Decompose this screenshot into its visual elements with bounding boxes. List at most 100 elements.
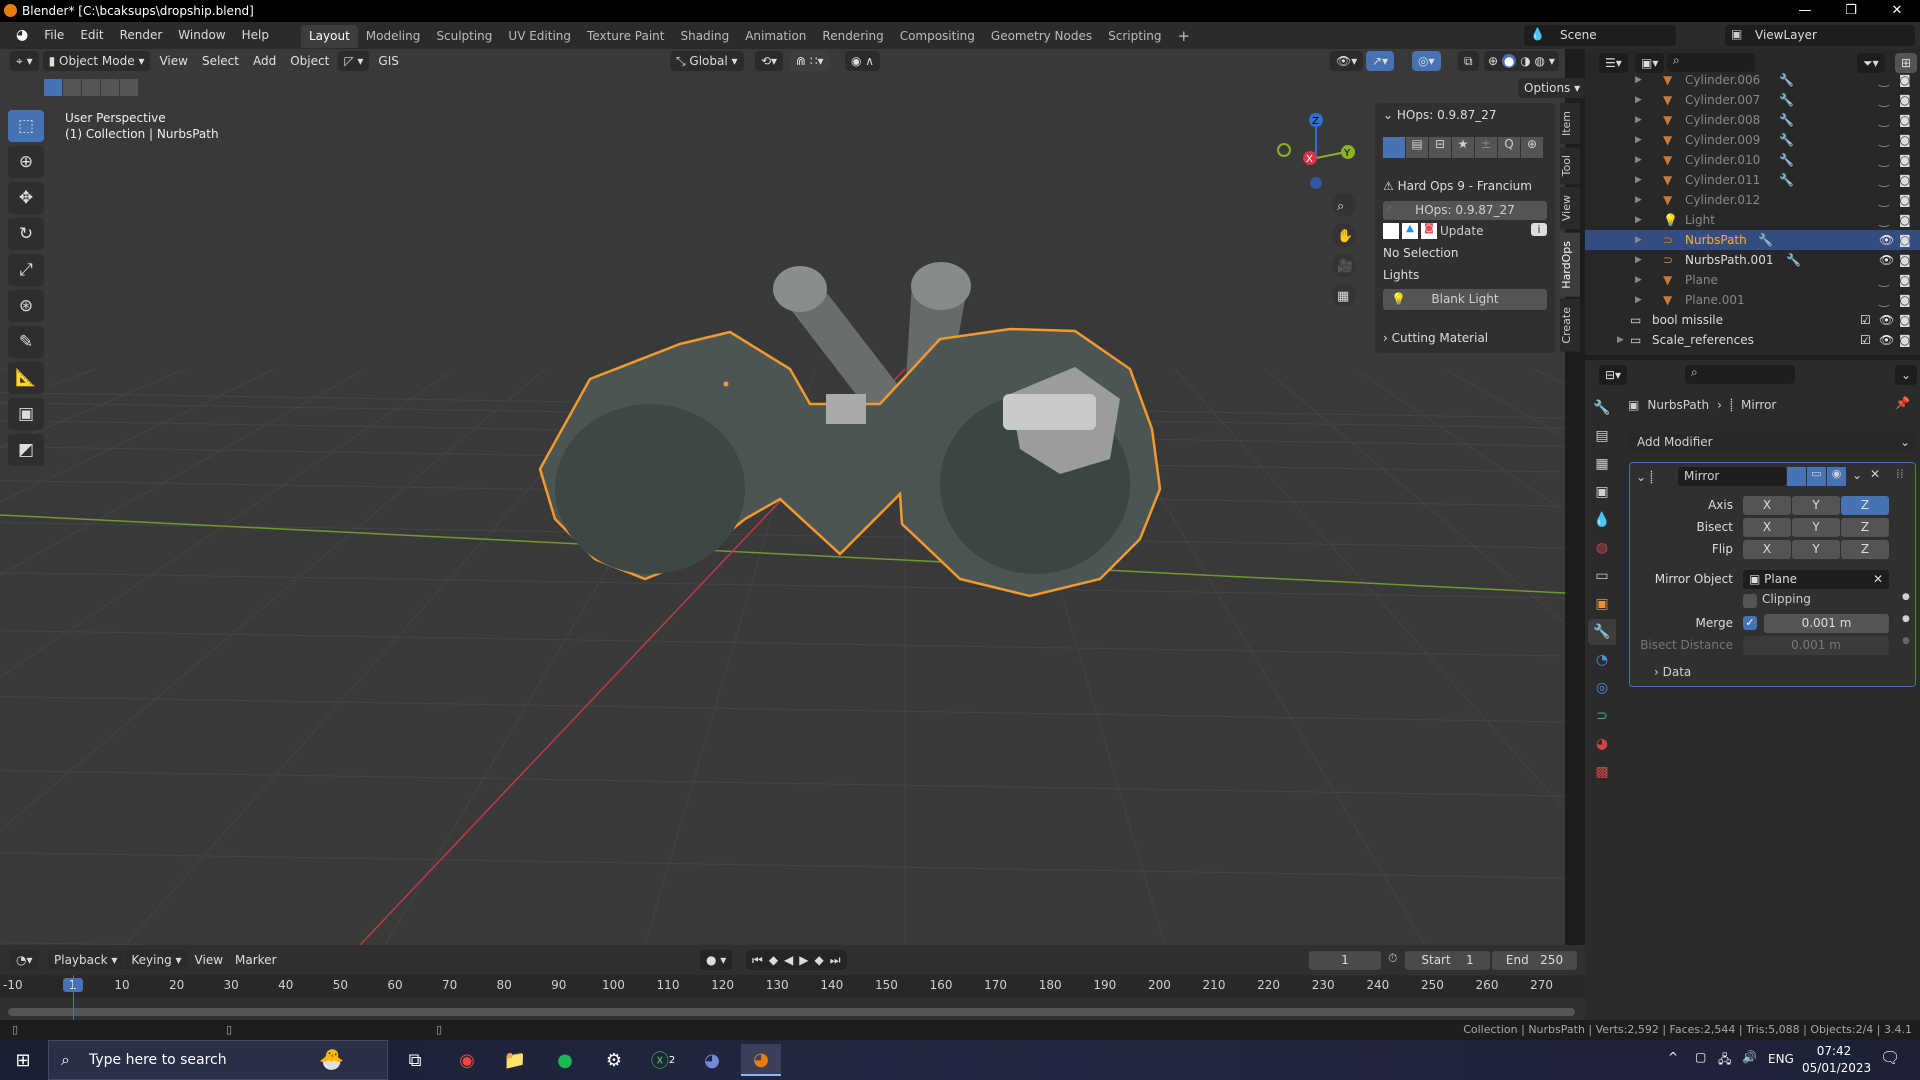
pivot-icon[interactable]: ⟲▾ — [755, 51, 784, 71]
eye-icon[interactable]: 👁 — [1879, 230, 1894, 250]
options-dropdown[interactable]: Options ▾ — [1518, 78, 1587, 98]
jump-keyframe-back-icon[interactable]: ◆ — [769, 950, 778, 970]
camera-render-icon[interactable]: ◙ — [1899, 330, 1911, 350]
bisect-distance-field[interactable]: 0.001 m — [1743, 636, 1889, 655]
viewport-menu-view[interactable]: View — [154, 54, 192, 68]
jump-start-icon[interactable]: ⏮ — [752, 950, 763, 970]
outliner-item[interactable]: ▶ ▼ Cylinder.011 🔧 ‿ ◙ — [1585, 170, 1920, 190]
modifier-wrench-icon[interactable]: 🔧 — [1779, 110, 1794, 130]
timeline-editor-type-icon[interactable]: ◔▾ — [10, 950, 39, 970]
viewport-menu-object[interactable]: Object — [285, 54, 334, 68]
xbox-icon[interactable]: ⓧ 2 — [643, 1044, 683, 1076]
xray-icon[interactable]: ⧉ — [1458, 51, 1479, 71]
collapse-chevron-icon[interactable]: ⌄ ⸽ — [1636, 468, 1653, 485]
tab-sculpting[interactable]: Sculpting — [428, 25, 500, 48]
eye-closed-icon[interactable]: ‿ — [1879, 270, 1889, 290]
hops-addon-icon[interactable] — [1383, 223, 1399, 239]
keyframe-dot-icon[interactable]: ● — [1902, 614, 1910, 624]
outliner-item[interactable]: ▶ ▼ Cylinder.012 ‿ ◙ — [1585, 190, 1920, 210]
play-icon[interactable]: ▶ — [799, 950, 808, 970]
axis-z-toggle[interactable]: Z — [1841, 496, 1889, 515]
cutting-material-subpanel[interactable]: › Cutting Material — [1383, 331, 1488, 345]
language-indicator[interactable]: ENG — [1768, 1052, 1794, 1066]
end-frame-field[interactable]: End 250 — [1492, 951, 1577, 970]
outliner-item[interactable]: ▶ ▼ Cylinder.009 🔧 ‿ ◙ — [1585, 130, 1920, 150]
extrude-tool-icon[interactable]: ◩ — [8, 434, 44, 466]
close-button[interactable]: ✕ — [1874, 0, 1920, 22]
scene-properties-icon[interactable]: 💧 — [1588, 507, 1616, 533]
select-box-tool-icon[interactable]: ⬚ — [8, 110, 44, 142]
outliner-item[interactable]: ▶ ⊃ NurbsPath.001 🔧 👁 ◙ — [1585, 250, 1920, 270]
transform-orientation-dropdown[interactable]: ⤡ Global ▾ — [670, 51, 744, 71]
properties-search-input[interactable]: ⌕ — [1685, 365, 1795, 384]
tab-compositing[interactable]: Compositing — [892, 25, 983, 48]
tab-rendering[interactable]: Rendering — [814, 25, 891, 48]
keying-menu[interactable]: Keying ▾ — [125, 950, 188, 970]
expand-arrow-icon[interactable]: ▶ — [1635, 90, 1642, 110]
flip-y-toggle[interactable]: Y — [1792, 540, 1840, 559]
tab-uv-editing[interactable]: UV Editing — [500, 25, 579, 48]
hops-star-icon[interactable]: ★ — [1452, 137, 1474, 158]
camera-render-icon[interactable]: ◙ — [1899, 210, 1911, 230]
scene-selector[interactable]: 💧 Scene — [1524, 25, 1676, 46]
navigation-gizmo[interactable]: Z Y X ⌕ ✋ 🎥 ▦ — [1270, 108, 1370, 308]
rotate-tool-icon[interactable]: ↻ — [8, 218, 44, 250]
tab-layout[interactable]: Layout — [300, 25, 358, 48]
collection-properties-icon[interactable]: ▭ — [1588, 563, 1616, 589]
solid-shading-icon[interactable]: ● — [1501, 54, 1517, 68]
modifier-wrench-icon[interactable]: 🔧 — [1779, 70, 1794, 90]
auto-keying-toggle-icon[interactable]: ● ▾ — [700, 950, 733, 970]
modifier-wrench-icon[interactable]: 🔧 — [1779, 90, 1794, 110]
outliner-item[interactable]: ▶ ⊃ NurbsPath 🔧 👁 ◙ — [1585, 230, 1920, 250]
scale-tool-icon[interactable]: ⤢ — [8, 254, 44, 286]
hops-cutter-icon[interactable] — [1383, 137, 1405, 158]
settings-icon[interactable]: ⚙ — [594, 1044, 634, 1076]
eye-icon[interactable]: 👁 — [1879, 250, 1894, 270]
timeline-scrollbar[interactable] — [8, 1008, 1575, 1016]
modifier-wrench-icon[interactable]: 🔧 — [1779, 170, 1794, 190]
timeline-view-menu[interactable]: View — [190, 950, 228, 970]
marker-menu[interactable]: Marker — [230, 950, 281, 970]
merge-distance-field[interactable]: 0.001 m — [1764, 614, 1889, 633]
bisect-x-toggle[interactable]: X — [1743, 518, 1791, 537]
gis-icon-dropdown[interactable]: ◸ ▾ — [338, 51, 370, 71]
clock[interactable]: 07:42 05/01/2023 — [1802, 1043, 1871, 1077]
tab-hardops[interactable]: HardOps — [1560, 232, 1580, 297]
modifier-wrench-icon[interactable]: 🔧 — [1779, 130, 1794, 150]
properties-editor-type-icon[interactable]: ⊟▾ — [1599, 365, 1628, 385]
exclude-checkbox[interactable]: ☑ — [1860, 330, 1871, 350]
edit-mode-toggle-icon[interactable] — [1787, 467, 1806, 486]
overlay-toggle-icon[interactable]: ◎▾ — [1412, 51, 1441, 71]
tab-tool[interactable]: Tool — [1560, 147, 1580, 185]
cursor-tool-icon[interactable]: ⊕ — [8, 146, 44, 178]
camera-render-icon[interactable]: ◙ — [1899, 110, 1911, 130]
viewport-menu-add[interactable]: Add — [248, 54, 281, 68]
volume-icon[interactable]: 🔊 — [1742, 1050, 1757, 1064]
menu-help[interactable]: Help — [234, 22, 277, 49]
curve-data-properties-icon[interactable]: ⊃ — [1588, 703, 1616, 729]
measure-tool-icon[interactable]: 📐 — [8, 362, 44, 394]
modifier-wrench-icon[interactable]: 🔧 — [1779, 150, 1794, 170]
hops-q-icon[interactable]: Q — [1498, 137, 1520, 158]
hops-plusminus-icon[interactable]: ± — [1475, 137, 1497, 158]
network-icon[interactable]: 🖧 — [1718, 1050, 1731, 1071]
discord-icon[interactable]: ◕ — [692, 1044, 732, 1076]
blender-menu-icon[interactable]: ◕ — [8, 22, 36, 49]
eye-closed-icon[interactable]: ‿ — [1879, 210, 1889, 230]
hops-version-button[interactable]: ◜ HOps: 0.9.87_27 — [1383, 201, 1547, 220]
flip-x-toggle[interactable]: X — [1743, 540, 1791, 559]
object-properties-icon[interactable]: ▣ — [1588, 591, 1616, 617]
expand-arrow-icon[interactable]: ▶ — [1635, 230, 1642, 250]
minimize-button[interactable]: — — [1782, 0, 1828, 22]
render-properties-icon[interactable]: ▤ — [1588, 423, 1616, 449]
texture-properties-icon[interactable]: ▩ — [1588, 759, 1616, 785]
eye-closed-icon[interactable]: ‿ — [1879, 290, 1889, 310]
play-reverse-icon[interactable]: ◀ — [784, 950, 793, 970]
tab-create[interactable]: Create — [1560, 299, 1580, 352]
hops-boxcutter-icon[interactable]: ▲ — [1402, 223, 1418, 239]
menu-file[interactable]: File — [36, 22, 72, 49]
physics-properties-icon[interactable]: ◎ — [1588, 675, 1616, 701]
select-invert-icon[interactable] — [101, 79, 119, 96]
material-shading-icon[interactable]: ◑ — [1520, 54, 1530, 68]
output-properties-icon[interactable]: ▦ — [1588, 451, 1616, 477]
